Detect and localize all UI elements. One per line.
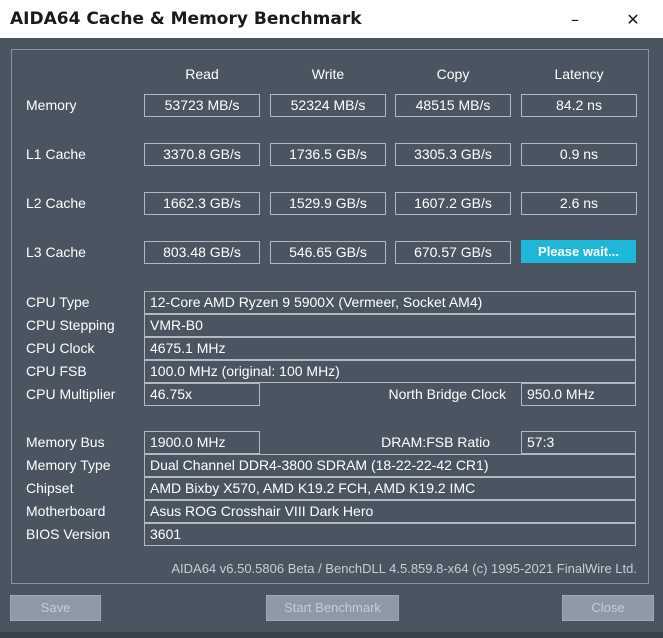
l2-read: 1662.3 GB/s bbox=[144, 192, 260, 215]
title-bar: AIDA64 Cache & Memory Benchmark – ✕ bbox=[0, 0, 663, 38]
cpu-multiplier-label: CPU Multiplier bbox=[26, 386, 116, 402]
l2-copy: 1607.2 GB/s bbox=[395, 192, 511, 215]
save-button[interactable]: Save bbox=[10, 595, 101, 621]
window-bottom-edge bbox=[0, 632, 663, 638]
dram-fsb-ratio-label: DRAM:FSB Ratio bbox=[381, 434, 490, 450]
l1-read: 3370.8 GB/s bbox=[144, 143, 260, 166]
memory-read: 53723 MB/s bbox=[144, 94, 260, 117]
cpu-clock-value: 4675.1 MHz bbox=[144, 337, 636, 360]
cpu-stepping-label: CPU Stepping bbox=[26, 317, 115, 333]
version-footer: AIDA64 v6.50.5806 Beta / BenchDLL 4.5.85… bbox=[171, 561, 637, 576]
cpu-type-label: CPU Type bbox=[26, 294, 90, 310]
l3-read: 803.48 GB/s bbox=[144, 241, 260, 264]
l3-copy: 670.57 GB/s bbox=[395, 241, 511, 264]
chipset-value: AMD Bixby X570, AMD K19.2 FCH, AMD K19.2… bbox=[144, 477, 636, 500]
cpu-multiplier-value: 46.75x bbox=[144, 383, 260, 406]
bios-version-label: BIOS Version bbox=[26, 526, 111, 542]
close-button[interactable]: Close bbox=[562, 595, 654, 621]
memory-bus-label: Memory Bus bbox=[26, 434, 105, 450]
cpu-stepping-value: VMR-B0 bbox=[144, 314, 636, 337]
cpu-fsb-value: 100.0 MHz (original: 100 MHz) bbox=[144, 360, 636, 383]
l3-latency-please-wait: Please wait... bbox=[521, 240, 636, 263]
window-title: AIDA64 Cache & Memory Benchmark bbox=[10, 9, 362, 29]
l1-write: 1736.5 GB/s bbox=[270, 143, 386, 166]
memory-type-label: Memory Type bbox=[26, 457, 111, 473]
memory-type-value: Dual Channel DDR4-3800 SDRAM (18-22-22-4… bbox=[144, 454, 636, 477]
row-label-memory: Memory bbox=[26, 97, 77, 113]
memory-write: 52324 MB/s bbox=[270, 94, 386, 117]
cpu-fsb-label: CPU FSB bbox=[26, 363, 87, 379]
cpu-type-value: 12-Core AMD Ryzen 9 5900X (Vermeer, Sock… bbox=[144, 291, 636, 314]
start-benchmark-button[interactable]: Start Benchmark bbox=[266, 595, 399, 621]
col-write: Write bbox=[311, 66, 345, 82]
memory-latency: 84.2 ns bbox=[521, 94, 637, 117]
col-read: Read bbox=[185, 66, 219, 82]
north-bridge-clock-value: 950.0 MHz bbox=[521, 383, 636, 406]
memory-bus-value: 1900.0 MHz bbox=[144, 431, 260, 454]
close-icon[interactable]: ✕ bbox=[610, 0, 656, 38]
l3-write: 546.65 GB/s bbox=[270, 241, 386, 264]
row-label-l1: L1 Cache bbox=[26, 146, 86, 162]
motherboard-value: Asus ROG Crosshair VIII Dark Hero bbox=[144, 500, 636, 523]
north-bridge-clock-label: North Bridge Clock bbox=[388, 386, 507, 402]
minimize-icon[interactable]: – bbox=[552, 0, 598, 38]
memory-copy: 48515 MB/s bbox=[395, 94, 511, 117]
l2-write: 1529.9 GB/s bbox=[270, 192, 386, 215]
col-copy: Copy bbox=[436, 66, 470, 82]
l2-latency: 2.6 ns bbox=[521, 192, 637, 215]
row-label-l2: L2 Cache bbox=[26, 195, 86, 211]
chipset-label: Chipset bbox=[26, 480, 74, 496]
l1-copy: 3305.3 GB/s bbox=[395, 143, 511, 166]
col-latency: Latency bbox=[554, 66, 604, 82]
row-label-l3: L3 Cache bbox=[26, 244, 86, 260]
dram-fsb-ratio-value: 57:3 bbox=[521, 431, 636, 454]
cpu-clock-label: CPU Clock bbox=[26, 340, 95, 356]
l1-latency: 0.9 ns bbox=[521, 143, 637, 166]
bios-version-value: 3601 bbox=[144, 523, 636, 546]
motherboard-label: Motherboard bbox=[26, 503, 106, 519]
